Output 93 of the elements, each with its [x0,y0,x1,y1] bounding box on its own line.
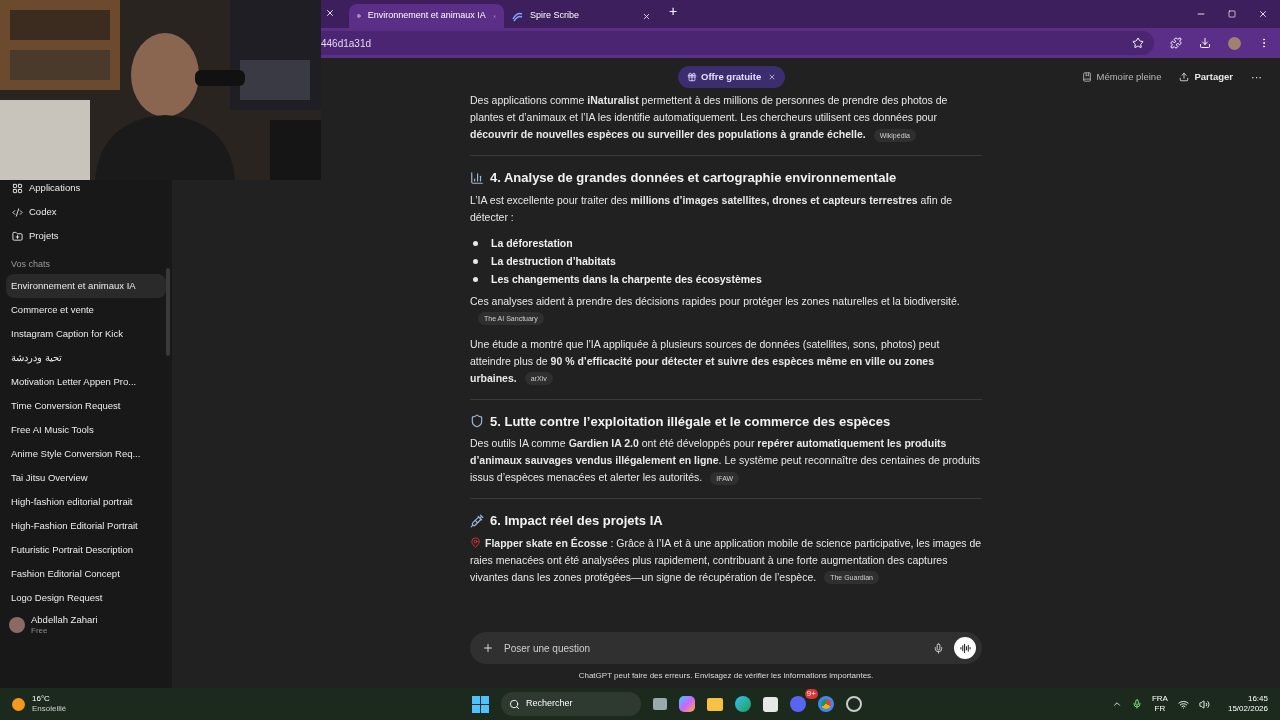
weather-text: Ensoleillé [32,704,67,714]
new-tab-button[interactable]: + [669,1,678,22]
section-heading: 6. Impact réel des projets IA [490,512,663,530]
volume-icon[interactable] [1198,698,1210,710]
chat-item[interactable]: Time Conversion Request [6,394,166,418]
bullet-icon [473,259,478,264]
extensions-icon[interactable] [1170,37,1182,49]
nav-icon [12,182,23,194]
taskbar-search-field[interactable]: Rechercher [500,692,641,716]
address-text: 446d1a31d [321,36,373,51]
discord-icon[interactable] [789,696,806,712]
bullet-icon [473,241,478,246]
copilot-icon[interactable] [678,696,695,712]
list-item: Les changements dans la charpente des écosystèmes [491,271,762,287]
chat-item[interactable]: Commerce et vente [6,298,166,322]
profile-avatar[interactable] [1228,36,1241,50]
close-icon[interactable] [768,73,777,81]
disclaimer: ChatGPT peut faire des erreurs. Envisagez de vérifier les informations importantes. [578,670,874,682]
sun-icon[interactable] [12,697,25,711]
start-icon[interactable] [471,695,489,713]
tab-title: Environnement et animaux IA [367,9,486,23]
clock-time[interactable]: 16:45 [1247,694,1268,704]
temperature: 16°C [32,694,51,704]
store-icon[interactable] [762,696,778,712]
chat-item[interactable]: Instagram Caption for Kick [6,322,166,346]
chat-item[interactable]: High-fashion editorial portrait [6,490,166,514]
sidebar-nav-item[interactable]: Projets [6,224,166,248]
heading-icon [470,513,484,528]
tray-chevron-icon[interactable] [1111,699,1122,709]
tab-favicon-icon [512,10,523,22]
browser-tab[interactable]: Spire Scribe [504,4,659,28]
heading-icon [470,414,484,429]
offer-pill[interactable]: Offre gratuite [678,66,786,88]
tray-mic-icon[interactable] [1131,699,1142,709]
chat-item[interactable]: Anime Style Conversion Req... [6,442,166,466]
chat-item[interactable]: Fashion Editorial Concept [6,562,166,586]
section-label: Vos chats [10,258,52,272]
chat-item[interactable]: Free AI Music Tools [6,418,166,442]
chat-item[interactable]: Environnement et animaux IA [6,274,166,298]
bookmark-star-icon[interactable] [1132,37,1144,49]
task-view-icon[interactable] [652,698,667,710]
user-avatar[interactable] [9,617,25,633]
list-item: La destruction d’habitats [491,253,616,269]
restore-icon[interactable] [1228,10,1236,18]
voice-button[interactable] [954,637,976,659]
address-field[interactable]: 446d1a31d [318,31,1154,55]
heading-icon [470,170,484,185]
plus-icon[interactable] [482,642,494,654]
download-icon[interactable] [1199,37,1211,49]
gift-icon [687,72,697,82]
notification-badge: 9+ [804,689,818,699]
search-icon [508,698,520,710]
voice-wave-icon [959,642,971,654]
keyboard-layout[interactable]: FR [1154,704,1166,714]
memory-icon [1082,72,1093,83]
chat-item[interactable]: Tai Jitsu Overview [6,466,166,490]
paragraph: L’IA est excellente pour traiter des millions d’images satellites, drones et capteurs terrestres afin de détecter : [470,192,954,225]
nav-icon [12,206,23,218]
composer-field[interactable]: Poser une question [470,632,982,664]
share-icon [1179,72,1190,83]
chat-item[interactable]: Motivation Letter Appen Pro... [6,370,166,394]
bullet-icon [473,277,478,282]
chat-item[interactable]: High-Fashion Editorial Portrait [6,514,166,538]
sidebar-nav-item[interactable]: Codex [6,200,166,224]
section-heading: 5. Lutte contre l’exploitation illégale et le commerce des espèces [490,412,891,431]
close-tab-icon[interactable] [325,8,335,18]
user-plan: Free [31,625,49,636]
chrome-icon[interactable] [817,696,834,712]
tab-title: Spire Scribe [530,9,581,23]
share-button[interactable]: Partager [1179,70,1233,85]
close-icon[interactable] [1258,9,1268,19]
list-item: La déforestation [491,235,573,251]
sidebar-scrollbar[interactable] [166,268,170,356]
browser-tab[interactable]: Environnement et animaux IA [349,4,504,28]
folder-icon[interactable] [706,697,723,711]
edge-icon[interactable] [734,696,751,712]
sidebar-nav-item[interactable]: Applications [6,176,166,200]
tab-favicon-icon [357,11,361,21]
clock-date[interactable]: 15/02/2026 [1227,704,1268,714]
memory-status[interactable]: Mémoire pleine [1082,70,1162,85]
chat-item[interactable]: Futuristic Portrait Description [6,538,166,562]
chat-item[interactable]: تحية ودردشة [6,346,166,370]
network-icon[interactable] [1177,698,1189,710]
user-name: Abdellah Zahari [31,614,98,625]
mic-icon[interactable] [933,642,944,654]
close-tab-icon[interactable] [642,11,651,21]
pin-icon [470,536,481,548]
more-button[interactable]: ··· [1251,69,1262,86]
nav-icon [12,230,23,242]
app-icon[interactable] [845,696,862,712]
section-heading: 4. Analyse de grandes données et cartographie environnementale [490,169,897,187]
chat-item[interactable]: Logo Design Request [6,586,166,610]
language[interactable]: FRA [1151,694,1168,704]
